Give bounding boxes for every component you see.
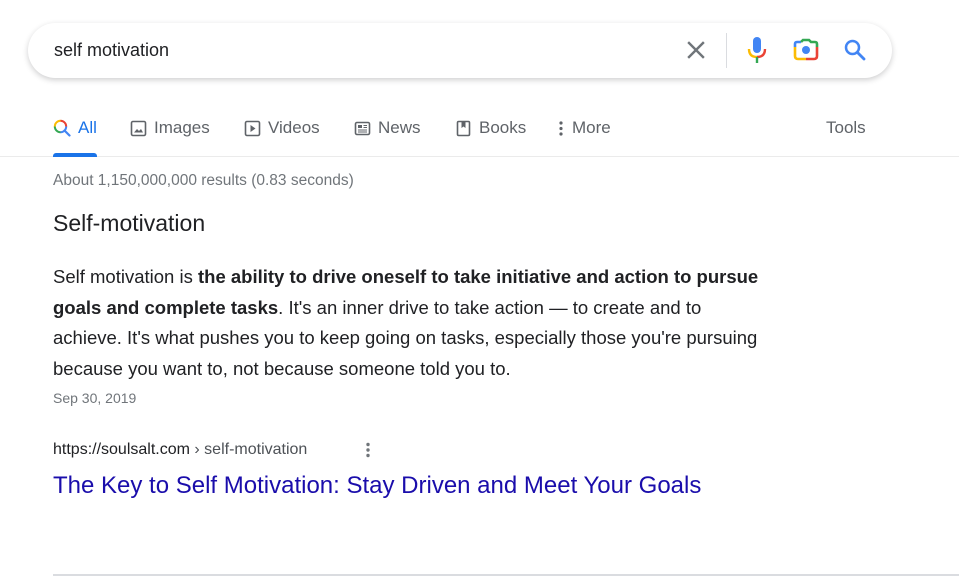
more-vertical-icon [556, 119, 566, 137]
clear-search-button[interactable] [679, 33, 713, 67]
search-icon [53, 119, 71, 137]
result-url-path: › self-motivation [189, 441, 308, 458]
search-icon [844, 39, 866, 61]
close-icon [687, 41, 705, 59]
featured-snippet-date: Sep 30, 2019 [53, 390, 137, 406]
tab-books-label: Books [479, 118, 527, 137]
tab-images-label: Images [154, 118, 210, 137]
tools-label: Tools [826, 118, 866, 137]
microphone-icon [747, 37, 767, 63]
tab-books[interactable]: Books [454, 110, 526, 156]
play-icon [243, 119, 261, 137]
book-icon [454, 119, 472, 137]
tab-more[interactable]: More [556, 110, 611, 156]
featured-snippet-title: Self-motivation [53, 210, 206, 236]
tab-news[interactable]: News [353, 110, 421, 156]
tab-images[interactable]: Images [129, 110, 210, 156]
tab-videos-label: Videos [268, 118, 320, 137]
more-vertical-icon [366, 442, 370, 458]
result-title-link[interactable]: The Key to Self Motivation: Stay Driven … [53, 472, 701, 500]
search-box [28, 23, 892, 78]
featured-snippet-text: Self motivation is the ability to drive … [53, 262, 773, 384]
snippet-text-before: Self motivation is [53, 266, 198, 287]
tab-more-label: More [572, 118, 611, 137]
result-url[interactable]: https://soulsalt.com › self-motivation [53, 441, 307, 459]
image-search-button[interactable] [789, 33, 823, 67]
tab-all[interactable]: All [53, 110, 97, 157]
voice-search-button[interactable] [740, 33, 774, 67]
newspaper-icon [353, 119, 371, 137]
search-tabs: All Images Videos News Books More Tools [0, 110, 959, 157]
result-stats: About 1,150,000,000 results (0.83 second… [53, 172, 354, 189]
camera-lens-icon [793, 38, 819, 61]
tab-videos[interactable]: Videos [243, 110, 320, 156]
image-icon [129, 119, 147, 137]
section-divider [53, 574, 959, 576]
search-button[interactable] [838, 33, 872, 67]
result-options-button[interactable] [358, 439, 378, 461]
search-input[interactable] [54, 38, 654, 62]
tab-news-label: News [378, 118, 421, 137]
tab-all-label: All [78, 118, 97, 137]
result-url-domain: https://soulsalt.com [53, 441, 190, 458]
search-divider [726, 33, 727, 68]
tools-button[interactable]: Tools [826, 110, 866, 156]
